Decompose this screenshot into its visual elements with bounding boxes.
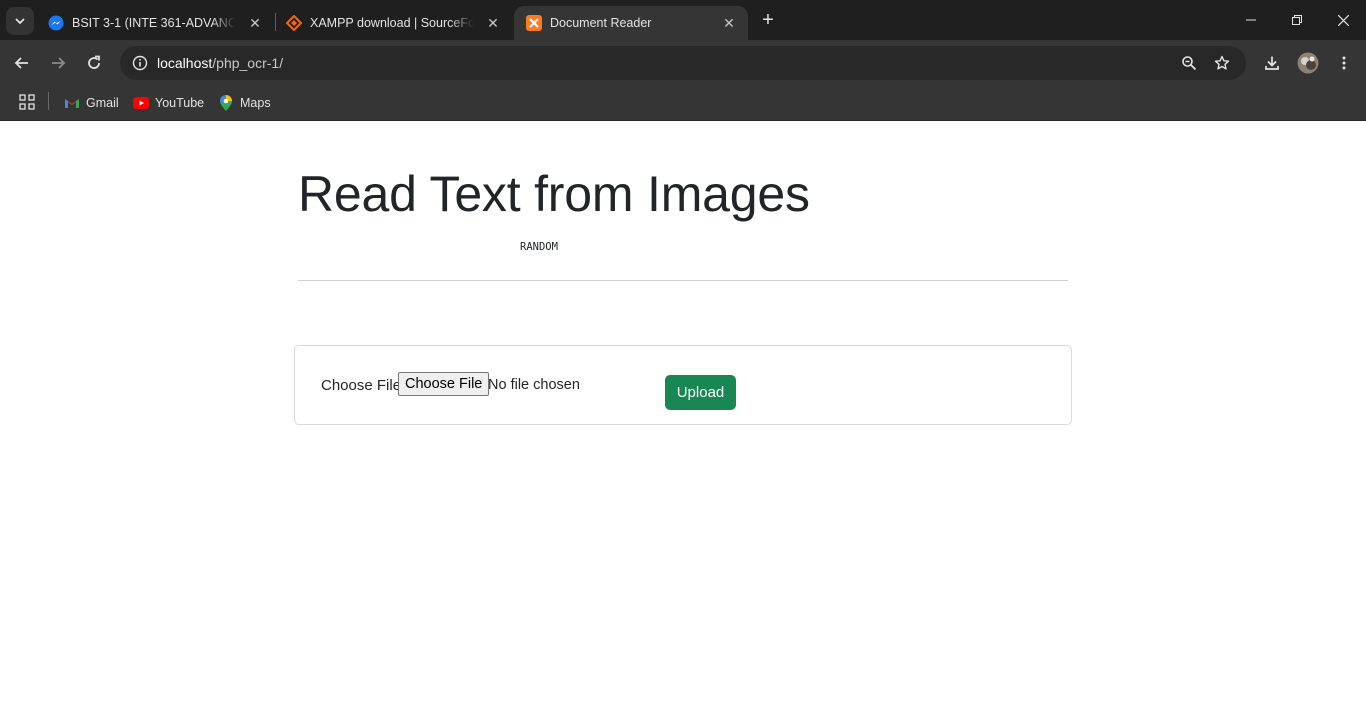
- menu-button[interactable]: [1328, 47, 1360, 79]
- messenger-icon: [48, 15, 64, 31]
- tab-xampp-download[interactable]: XAMPP download | SourceForge ✕: [274, 6, 512, 40]
- bookmarks-bar: Gmail YouTube Maps: [0, 86, 1366, 121]
- new-tab-button[interactable]: +: [756, 8, 780, 32]
- youtube-icon: [133, 95, 149, 111]
- close-icon: [1337, 14, 1349, 26]
- tab-title: XAMPP download | SourceForge: [310, 16, 474, 30]
- close-tab-icon[interactable]: ✕: [246, 14, 264, 32]
- minimize-icon: [1246, 19, 1256, 21]
- bookmark-label: Gmail: [86, 96, 119, 110]
- browser-toolbar: localhost/php_ocr-1/: [0, 40, 1366, 86]
- bookmark-star-icon[interactable]: [1210, 51, 1234, 75]
- tab-bsit[interactable]: BSIT 3-1 (INTE 361-ADVANCED ✕: [36, 6, 274, 40]
- minimize-button[interactable]: [1228, 0, 1274, 40]
- maps-icon: [218, 95, 234, 111]
- close-tab-icon[interactable]: ✕: [484, 14, 502, 32]
- bookmark-maps[interactable]: Maps: [218, 90, 271, 116]
- zoom-icon[interactable]: [1177, 51, 1201, 75]
- arrow-right-icon: [52, 57, 66, 69]
- page-content: Read Text from Images RANDOM Choose File…: [0, 121, 1366, 720]
- gmail-icon: [64, 95, 80, 111]
- reload-button[interactable]: [78, 47, 110, 79]
- tab-title: Document Reader: [550, 16, 652, 30]
- restore-button[interactable]: [1274, 0, 1320, 40]
- site-info-icon[interactable]: [128, 51, 152, 75]
- page-subtitle: RANDOM: [520, 241, 558, 253]
- close-tab-icon[interactable]: ✕: [720, 14, 738, 32]
- forward-button[interactable]: [42, 47, 74, 79]
- avatar-icon: [1297, 52, 1319, 74]
- download-icon: [1265, 56, 1279, 70]
- chevron-down-icon: [15, 18, 25, 25]
- upload-button[interactable]: Upload: [665, 375, 736, 410]
- bookmark-label: Maps: [240, 96, 271, 110]
- choose-file-button[interactable]: Choose File: [398, 372, 490, 396]
- upload-form-card: Choose File Choose File No file chosen U…: [294, 345, 1072, 425]
- bookmarks-separator: [48, 92, 49, 110]
- restore-icon: [1292, 15, 1302, 25]
- more-vertical-icon: [1342, 56, 1346, 70]
- xampp-icon: [526, 15, 542, 31]
- bookmark-gmail[interactable]: Gmail: [64, 90, 119, 116]
- file-status-text: No file chosen: [488, 377, 580, 393]
- reload-icon: [88, 55, 100, 69]
- tab-title: BSIT 3-1 (INTE 361-ADVANCED: [72, 16, 236, 30]
- tab-search-button[interactable]: [6, 7, 34, 35]
- close-window-button[interactable]: [1320, 0, 1366, 40]
- tab-strip: BSIT 3-1 (INTE 361-ADVANCED ✕ XAMPP down…: [0, 0, 1366, 40]
- url-text[interactable]: localhost/php_ocr-1/: [157, 55, 283, 71]
- back-button[interactable]: [6, 47, 38, 79]
- sourceforge-icon: [286, 15, 302, 31]
- downloads-button[interactable]: [1256, 47, 1288, 79]
- bookmark-youtube[interactable]: YouTube: [133, 90, 204, 116]
- file-input-label: Choose File: [321, 377, 402, 394]
- apps-grid-icon[interactable]: [16, 91, 38, 113]
- tab-document-reader[interactable]: Document Reader ✕: [514, 6, 748, 40]
- address-bar[interactable]: localhost/php_ocr-1/: [120, 46, 1246, 80]
- bookmark-label: YouTube: [155, 96, 205, 110]
- arrow-left-icon: [14, 57, 28, 69]
- page-title: Read Text from Images: [298, 166, 810, 222]
- profile-avatar[interactable]: [1292, 47, 1324, 79]
- divider: [298, 280, 1068, 281]
